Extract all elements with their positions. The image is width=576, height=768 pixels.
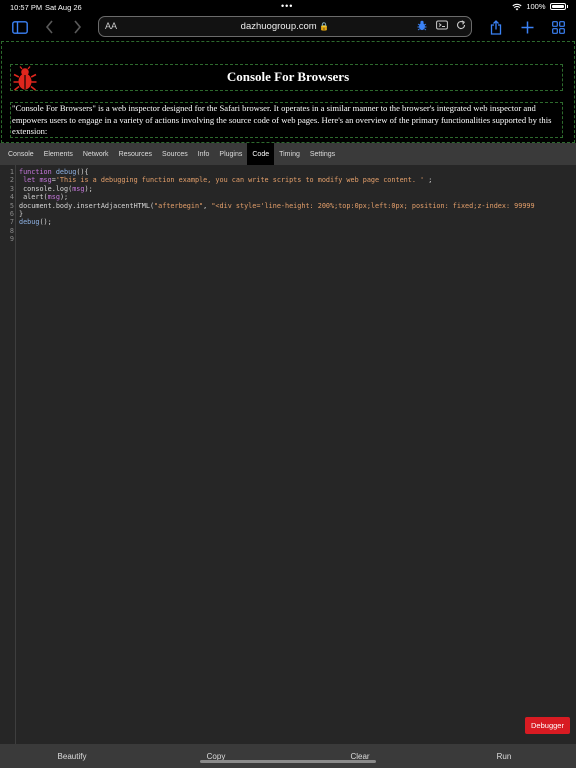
reader-extension-icon[interactable] bbox=[436, 20, 448, 33]
line-number: 4 bbox=[9, 193, 14, 202]
line-number-gutter: 123456789 bbox=[0, 165, 16, 744]
home-indicator[interactable] bbox=[200, 760, 376, 763]
clear-button[interactable]: Clear bbox=[288, 744, 432, 768]
share-icon[interactable] bbox=[487, 18, 505, 36]
line-number: 6 bbox=[9, 210, 14, 219]
battery-tip bbox=[566, 5, 568, 8]
code-line[interactable]: debug(); bbox=[19, 218, 576, 226]
lock-icon: 🔒 bbox=[319, 22, 330, 31]
code-line[interactable] bbox=[19, 227, 576, 235]
bottom-action-bar: Beautify Copy Clear Run bbox=[0, 744, 576, 768]
wifi-icon bbox=[512, 3, 522, 10]
code-line[interactable] bbox=[19, 235, 576, 243]
tab-plugins[interactable]: Plugins bbox=[214, 143, 247, 165]
new-tab-icon[interactable] bbox=[518, 18, 536, 36]
battery-icon bbox=[549, 3, 566, 10]
code-editor[interactable]: 123456789 function debug(){ let msg='Thi… bbox=[0, 165, 576, 744]
battery-percent: 100% bbox=[526, 2, 546, 11]
tab-console[interactable]: Console bbox=[3, 143, 39, 165]
code-line[interactable]: function debug(){ bbox=[19, 168, 576, 176]
line-number: 8 bbox=[9, 226, 14, 235]
line-number: 9 bbox=[9, 235, 14, 244]
beautify-button[interactable]: Beautify bbox=[0, 744, 144, 768]
copy-button[interactable]: Copy bbox=[144, 744, 288, 768]
code-line[interactable]: let msg='This is a debugging function ex… bbox=[19, 176, 576, 184]
devtools-tab-bar: Console Elements Network Resources Sources In… bbox=[0, 143, 576, 165]
code-line[interactable]: console.log(msg); bbox=[19, 185, 576, 193]
reload-icon[interactable] bbox=[456, 20, 466, 33]
browser-toolbar: AA dazhuogroup.com 🔒 bbox=[0, 14, 576, 40]
tab-info[interactable]: Info bbox=[193, 143, 215, 165]
multitasking-dots[interactable]: ••• bbox=[281, 1, 293, 11]
back-icon[interactable] bbox=[40, 18, 58, 36]
code-text[interactable]: function debug(){ let msg='This is a deb… bbox=[19, 168, 576, 244]
tab-network[interactable]: Network bbox=[78, 143, 114, 165]
page-description: "Console For Browsers" is a web inspecto… bbox=[12, 103, 552, 136]
line-numbers: 123456789 bbox=[0, 168, 14, 244]
status-bar: 10:57 PM Sat Aug 26 ••• 100% bbox=[0, 0, 576, 14]
tab-code[interactable]: Code bbox=[247, 143, 275, 165]
debugger-button[interactable]: Debugger bbox=[525, 717, 570, 734]
run-button[interactable]: Run bbox=[432, 744, 576, 768]
code-line[interactable]: } bbox=[19, 210, 576, 218]
page-title: Console For Browsers bbox=[226, 69, 350, 84]
tab-settings[interactable]: Settings bbox=[305, 143, 340, 165]
line-number: 3 bbox=[9, 184, 14, 193]
line-number: 7 bbox=[9, 218, 14, 227]
sidebar-icon[interactable] bbox=[11, 18, 29, 36]
line-number: 1 bbox=[9, 168, 14, 176]
line-number: 5 bbox=[9, 201, 14, 210]
line-number: 2 bbox=[9, 176, 14, 185]
url-domain: dazhuogroup.com 🔒 bbox=[99, 21, 471, 32]
tab-overview-icon[interactable] bbox=[549, 18, 567, 36]
tab-timing[interactable]: Timing bbox=[274, 143, 305, 165]
status-time: 10:57 PM bbox=[10, 3, 43, 12]
tab-resources[interactable]: Resources bbox=[114, 143, 157, 165]
forward-icon[interactable] bbox=[68, 18, 86, 36]
status-date: Sat Aug 26 bbox=[45, 3, 82, 12]
domain-text: dazhuogroup.com bbox=[240, 21, 317, 32]
address-bar[interactable]: AA dazhuogroup.com 🔒 bbox=[98, 16, 472, 37]
code-line[interactable]: alert(msg); bbox=[19, 193, 576, 201]
status-right: 100% bbox=[512, 2, 568, 11]
code-line[interactable]: document.body.insertAdjacentHTML("afterb… bbox=[19, 202, 576, 210]
tab-elements[interactable]: Elements bbox=[39, 143, 78, 165]
bug-extension-icon[interactable] bbox=[417, 20, 427, 34]
tab-sources[interactable]: Sources bbox=[157, 143, 193, 165]
